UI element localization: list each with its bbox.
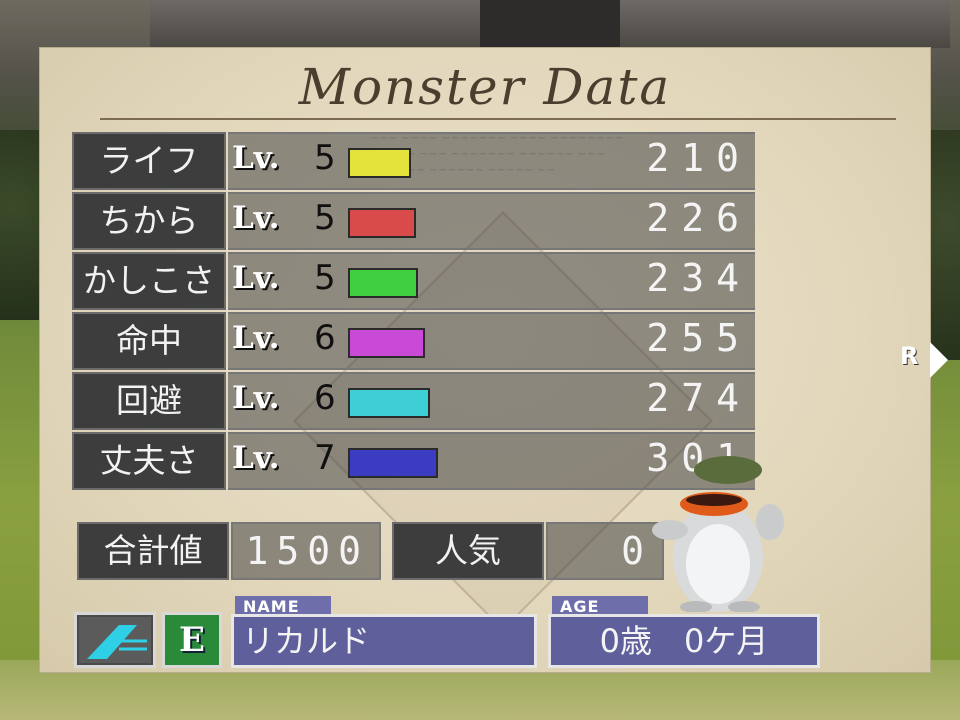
age-field: 0歳 0ケ月: [548, 614, 820, 668]
stat-value: 255: [646, 316, 751, 360]
stat-bar: [348, 208, 416, 238]
type-badge-letter: E: [179, 620, 205, 660]
monster-sprite: [652, 456, 784, 612]
stat-level-number: 6: [314, 378, 336, 418]
stat-level-prefix: Lv.: [232, 200, 280, 236]
total-value: 1500: [231, 522, 381, 580]
stat-level-prefix: Lv.: [232, 140, 280, 176]
stat-row: 回避 Lv. 6 274: [72, 372, 755, 430]
background-tree-right: [928, 130, 960, 360]
background-building-roof: [150, 0, 950, 48]
stat-value: 226: [646, 196, 751, 240]
stat-level-prefix: Lv.: [232, 260, 280, 296]
stat-level-number: 6: [314, 318, 336, 358]
background-tree-left: [0, 130, 40, 320]
stat-row: ライフ Lv. 5 210: [72, 132, 755, 190]
title-divider: [100, 118, 896, 120]
stat-bar: [348, 268, 418, 298]
popularity-label: 人気: [392, 522, 544, 580]
stat-bar: [348, 328, 425, 358]
stat-row: 命中 Lv. 6 255: [72, 312, 755, 370]
stat-value: 234: [646, 256, 751, 300]
stat-level-number: 5: [314, 198, 336, 238]
type-badge: E: [162, 612, 222, 668]
stat-level-prefix: Lv.: [232, 320, 280, 356]
stat-body: Lv. 6 274: [228, 372, 755, 430]
stat-label: ライフ: [72, 132, 226, 190]
stat-value: 210: [646, 136, 751, 180]
breed-icon: [79, 617, 151, 663]
stat-level-prefix: Lv.: [232, 440, 280, 476]
stat-body: Lv. 6 255: [228, 312, 755, 370]
total-label: 合計値: [77, 522, 229, 580]
name-field: リカルド: [231, 614, 537, 668]
stat-label: 丈夫さ: [72, 432, 226, 490]
next-page-arrow-icon[interactable]: [930, 342, 948, 378]
stat-bar: [348, 388, 430, 418]
stat-body: Lv. 5 226: [228, 192, 755, 250]
stat-row: ちから Lv. 5 226: [72, 192, 755, 250]
stat-label: 命中: [72, 312, 226, 370]
page-title: Monster Data: [298, 58, 672, 116]
stat-row: かしこさ Lv. 5 234: [72, 252, 755, 310]
stat-bar: [348, 448, 438, 478]
stat-level-prefix: Lv.: [232, 380, 280, 416]
stat-label: かしこさ: [72, 252, 226, 310]
stat-level-number: 5: [314, 258, 336, 298]
stat-label: 回避: [72, 372, 226, 430]
breed-icon-box: [74, 612, 156, 668]
stat-level-number: 7: [314, 438, 336, 478]
stat-value: 274: [646, 376, 751, 420]
stat-body: Lv. 5 210: [228, 132, 755, 190]
stat-bar: [348, 148, 411, 178]
stat-body: Lv. 5 234: [228, 252, 755, 310]
stat-level-number: 5: [314, 138, 336, 178]
next-page-label[interactable]: R: [900, 342, 918, 370]
stat-label: ちから: [72, 192, 226, 250]
